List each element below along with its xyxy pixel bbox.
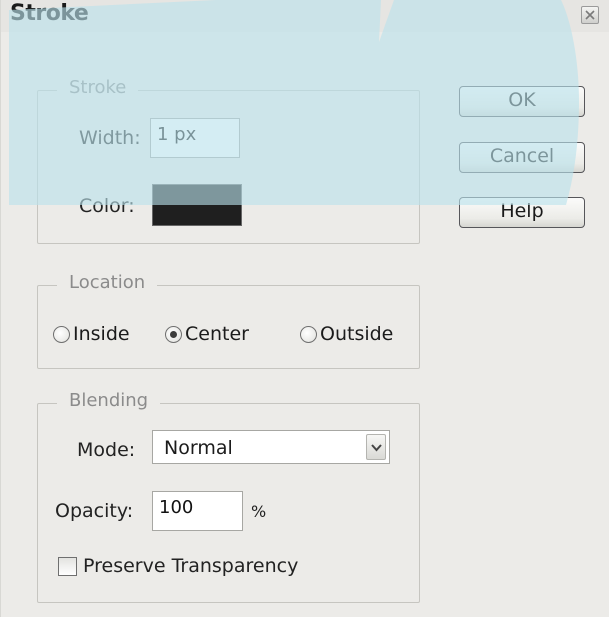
ok-button-label: OK [508,89,536,111]
chevron-down-icon [371,444,382,452]
cancel-button-label: Cancel [489,145,555,167]
opacity-unit: % [251,502,267,521]
radio-inside-circle [53,326,70,343]
radio-outside-circle [300,326,317,343]
title-bar: Stroke [1,0,609,32]
stroke-dialog: Stroke Stroke Width: 1 px Color: OK Canc… [0,0,609,617]
close-icon [585,10,595,20]
preserve-transparency-label: Preserve Transparency [83,555,299,577]
help-button-label: Help [500,200,544,222]
close-button[interactable] [581,6,599,24]
radio-outside[interactable]: Outside [300,323,405,347]
radio-inside[interactable]: Inside [53,323,143,347]
preserve-transparency-checkbox[interactable] [58,557,77,576]
dialog-title: Stroke [10,1,89,26]
radio-selected-dot [170,331,177,338]
width-label: Width: [79,127,141,149]
mode-select-value: Normal [164,437,233,459]
stroke-legend: Stroke [57,77,139,98]
opacity-label: Opacity: [55,500,134,522]
color-label: Color: [79,195,135,217]
color-swatch[interactable] [152,184,242,226]
location-legend: Location [57,272,158,293]
mode-select[interactable]: Normal [152,430,390,464]
help-button[interactable]: Help [459,197,585,228]
cancel-button[interactable]: Cancel [459,142,585,173]
ok-button[interactable]: OK [459,86,585,117]
blending-legend: Blending [57,390,161,411]
radio-center[interactable]: Center [165,323,265,347]
radio-center-label: Center [185,323,249,345]
opacity-field[interactable]: 100 [152,491,243,531]
mode-dropdown-button[interactable] [366,434,386,460]
width-field[interactable]: 1 px [150,118,240,158]
radio-outside-label: Outside [320,323,394,345]
mode-label: Mode: [77,439,136,461]
radio-inside-label: Inside [73,323,130,345]
radio-center-circle [165,326,182,343]
